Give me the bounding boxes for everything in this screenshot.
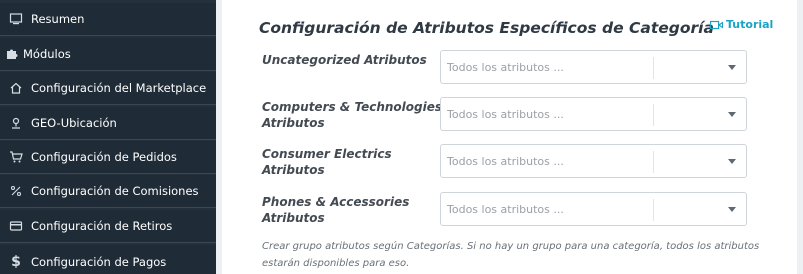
chevron-down-icon[interactable] [728,159,736,164]
sidebar-item-marketplace[interactable]: Configuración del Marketplace [0,72,216,105]
sidebar-item-modulos[interactable]: Módulos [0,38,216,71]
attributes-select-computers[interactable]: Todos los atributos ... [440,97,747,131]
sidebar: Resumen Módulos Configuración del Market… [0,0,216,274]
sidebar-item-resumen[interactable]: Resumen [0,3,216,36]
select-placeholder: Todos los atributos ... [447,108,564,121]
chevron-down-icon[interactable] [728,112,736,117]
settings-card: Configuración de Atributos Específicos d… [222,0,797,274]
sidebar-item-label: Configuración del Marketplace [31,81,207,95]
select-placeholder: Todos los atributos ... [447,61,564,74]
sidebar-item-geo[interactable]: GEO-Ubicación [0,107,216,140]
sidebar-item-label: Configuración de Pagos [31,254,167,269]
location-icon [9,116,23,130]
row-label-consumer: Consumer Electrics Atributos [262,147,392,177]
page-title: Configuración de Atributos Específicos d… [259,19,714,37]
sidebar-item-label: GEO-Ubicación [31,116,117,130]
tutorial-link[interactable]: Tutorial [710,18,773,31]
select-divider [653,199,654,221]
attributes-select-uncategorized[interactable]: Todos los atributos ... [440,50,747,84]
dollar-icon: $ [11,253,21,270]
select-placeholder: Todos los atributos ... [447,203,564,216]
tutorial-label: Tutorial [726,18,774,31]
sidebar-item-label: Resumen [31,12,85,26]
percent-icon [9,184,23,198]
sidebar-item-label: Módulos [23,47,71,61]
help-text: Crear grupo atributos según Categorías. … [262,241,760,269]
select-placeholder: Todos los atributos ... [447,155,564,168]
sidebar-item-pedidos[interactable]: Configuración de Pedidos [0,141,216,174]
monitor-icon [9,12,23,26]
sidebar-item-retiros[interactable]: Configuración de Retiros [0,210,216,243]
chevron-down-icon[interactable] [728,65,736,70]
select-divider [653,151,654,173]
sidebar-item-label: Configuración de Retiros [31,219,173,233]
home-icon [9,81,23,95]
sidebar-item-pagos[interactable]: $ Configuración de Pagos [0,245,216,274]
puzzle-icon [5,47,19,61]
sidebar-item-label: Configuración de Pedidos [31,150,177,164]
cart-icon [9,150,23,164]
select-divider [653,57,654,79]
select-divider [653,104,654,126]
attributes-select-phones[interactable]: Todos los atributos ... [440,192,747,226]
video-icon [710,20,723,29]
sidebar-item-label: Configuración de Comisiones [31,184,199,198]
sidebar-item-comisiones[interactable]: Configuración de Comisiones [0,175,216,208]
chevron-down-icon[interactable] [728,207,736,212]
row-label-computers: Computers & Technologies Atributos [262,100,443,130]
attributes-select-consumer[interactable]: Todos los atributos ... [440,144,747,178]
credit-card-icon [9,219,23,233]
row-label-uncategorized: Uncategorized Atributos [262,53,427,67]
main-content: Configuración de Atributos Específicos d… [216,0,803,274]
row-label-phones: Phones & Accessories Atributos [262,195,410,225]
